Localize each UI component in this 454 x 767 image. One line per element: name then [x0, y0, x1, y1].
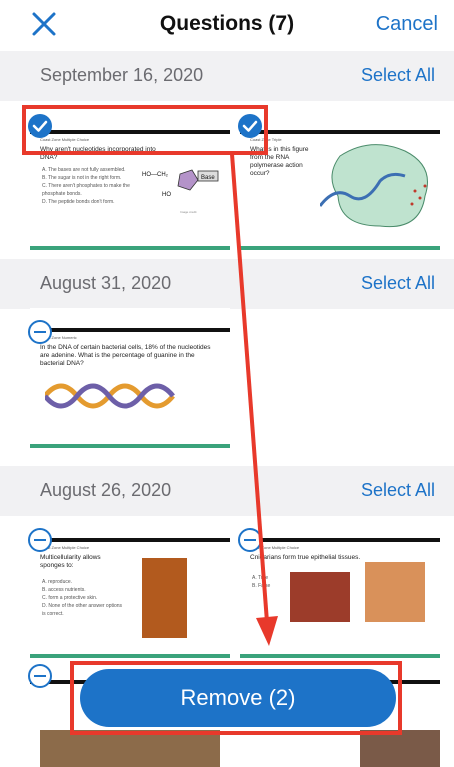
deselect-icon[interactable]	[28, 664, 52, 688]
select-all-button[interactable]: Select All	[361, 480, 435, 501]
svg-text:HO: HO	[162, 192, 171, 198]
annotation-highlight-box	[70, 661, 402, 735]
svg-text:HO—CH₂: HO—CH₂	[142, 172, 169, 178]
deselect-icon[interactable]	[28, 528, 52, 552]
organism-photo	[360, 730, 440, 767]
section-date: August 26, 2020	[40, 480, 172, 500]
select-all-button[interactable]: Select All	[361, 65, 435, 86]
deselect-icon[interactable]	[28, 320, 52, 344]
top-bar: Questions (7) Cancel	[0, 0, 454, 50]
section-header-sept-16: September 16, 2020 Select All	[0, 51, 454, 101]
question-thumbnail[interactable]: Coast Zone Multiple Choice Multicellular…	[30, 518, 230, 658]
jellyfish-photo	[365, 562, 425, 622]
rna-polymerase-illustration	[320, 144, 428, 228]
svg-text:Base: Base	[201, 175, 215, 181]
animals-photo	[40, 730, 220, 767]
question-thumbnail[interactable]: Coast Zone Numeric In the DNA of certain…	[30, 308, 230, 448]
dna-helix-illustration	[45, 383, 175, 409]
annotation-highlight-box	[22, 105, 268, 155]
cancel-button[interactable]: Cancel	[376, 13, 438, 36]
section-date: August 31, 2020	[40, 273, 172, 293]
annotation-arrow-icon	[230, 153, 278, 646]
coral-photo	[290, 572, 350, 622]
select-all-button[interactable]: Select All	[361, 273, 435, 294]
sponge-photo	[142, 558, 187, 638]
section-date: September 16, 2020	[40, 65, 204, 85]
molecule-diagram: HO—CH₂ Base HO	[142, 169, 219, 198]
